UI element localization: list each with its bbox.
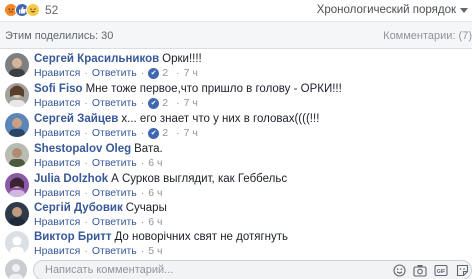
reply-link[interactable]: Ответить [92, 187, 137, 199]
chevron-down-icon [460, 7, 468, 13]
separator: · [140, 187, 145, 199]
comment-time[interactable]: 7 ч [184, 127, 198, 139]
reply-link[interactable]: Ответить [92, 245, 137, 257]
reactions-summary[interactable]: 52 [4, 2, 58, 18]
separator: · [140, 97, 145, 109]
svg-text:GIF: GIF [437, 269, 445, 275]
sticker-icon[interactable] [455, 263, 469, 277]
avatar[interactable] [5, 231, 29, 255]
like-link[interactable]: Нравится [34, 67, 80, 79]
like-link[interactable]: Нравится [34, 127, 80, 139]
comment-author[interactable]: Sofi Fiso [34, 83, 83, 95]
comment-time[interactable]: 7 ч [184, 97, 198, 109]
avatar[interactable] [5, 53, 29, 77]
separator: · [84, 127, 88, 139]
separator: · [140, 67, 145, 79]
avatar[interactable] [5, 83, 29, 107]
comment-input-placeholder: Написать комментарий... [45, 264, 174, 276]
like-icon: ✔ [148, 97, 160, 109]
comment-time[interactable]: 6 ч [148, 157, 162, 169]
separator: · [84, 187, 88, 199]
like-icon: ✔ [148, 127, 160, 139]
reply-link[interactable]: Ответить [92, 157, 137, 169]
comments-count[interactable]: Комментарии: (7) [383, 30, 472, 42]
comment-time[interactable]: 7 ч [184, 67, 198, 79]
sort-order-dropdown[interactable]: Хронологический порядок [317, 4, 468, 16]
comment-likes-count: 2 [162, 67, 169, 79]
comment-item: Сергій Дубовик Сучары Нравится · Ответить… [0, 200, 472, 230]
comment-author[interactable]: Сергей Красильников [34, 53, 159, 65]
separator: · [140, 216, 145, 228]
reply-link[interactable]: Ответить [92, 67, 137, 79]
comment-likes[interactable]: ✔ 2 [148, 97, 168, 109]
comment-text: х... его знает что у них в головах((((!!… [121, 113, 320, 125]
reactions-bar: 52 Хронологический порядок [0, 0, 472, 22]
comment-author[interactable]: Shestopalov Oleg [34, 143, 131, 155]
comment-item: Сергей Зайцев х... его знает что у них в … [0, 111, 472, 141]
separator: · [140, 157, 145, 169]
comment-likes-count: 2 [162, 127, 169, 139]
avatar[interactable] [5, 202, 29, 226]
reply-link[interactable]: Ответить [92, 127, 137, 139]
separator: · [140, 127, 145, 139]
comment-item: Sofi Fiso Мне тоже первое,что пришло в го… [0, 81, 472, 111]
shares-count[interactable]: Этим поделились: 30 [5, 30, 113, 42]
like-icon: ✔ [148, 67, 160, 79]
separator: · [84, 67, 88, 79]
avatar[interactable] [5, 143, 29, 167]
comment-text: Мне тоже первое,что пришло в голову - ОР… [85, 83, 342, 95]
like-link[interactable]: Нравится [34, 187, 80, 199]
sort-order-label: Хронологический порядок [316, 4, 456, 16]
separator: · [84, 245, 88, 257]
comment-text: Вата. [134, 143, 163, 155]
comment-time[interactable]: 6 ч [148, 187, 162, 199]
comment-text: Орки!!!! [162, 53, 202, 65]
comment-time[interactable]: 6 ч [148, 216, 162, 228]
camera-icon[interactable] [413, 263, 427, 277]
comment-time[interactable]: 5 ч [148, 245, 162, 257]
like-link[interactable]: Нравится [34, 97, 80, 109]
reply-link[interactable]: Ответить [92, 97, 137, 109]
comment-author[interactable]: Сергей Зайцев [34, 113, 118, 125]
comment-likes[interactable]: ✔ 2 [148, 127, 168, 139]
comment-text: До новорічних свят не дотягнуть [114, 231, 289, 243]
comment-input[interactable]: Написать комментарий... GIF [33, 260, 472, 279]
comment-likes-count: 2 [162, 97, 169, 109]
comment-text: А Сурков выглядит, как Геббельс [111, 173, 288, 185]
comment-composer: Написать комментарий... GIF [0, 258, 472, 279]
like-link[interactable]: Нравится [34, 245, 80, 257]
gif-icon[interactable]: GIF [434, 263, 448, 277]
separator: · [140, 245, 145, 257]
post-stats: Этим поделились: 30 Комментарии: (7) [0, 22, 472, 49]
reactions-count[interactable]: 52 [45, 3, 58, 17]
separator: · [176, 67, 180, 79]
comment-item: Сергей Красильников Орки!!!! Нравится · О… [0, 51, 472, 81]
comment-author[interactable]: Julia Dolzhok [34, 173, 108, 185]
comment-item: Shestopalov Oleg Вата. Нравится · Ответит… [0, 141, 472, 171]
separator: · [176, 127, 180, 139]
comment-author[interactable]: Сергій Дубовик [34, 202, 123, 214]
comment-likes[interactable]: ✔ 2 [148, 67, 168, 79]
avatar [5, 259, 27, 279]
haha-reaction-icon [26, 3, 40, 17]
reply-link[interactable]: Ответить [92, 216, 137, 228]
comment-item: Виктор Бритт До новорічних свят не дотягн… [0, 229, 472, 259]
comment-text: Сучары [125, 202, 167, 214]
emoji-icon[interactable] [392, 263, 406, 277]
separator: · [84, 216, 88, 228]
separator: · [84, 157, 88, 169]
separator: · [176, 97, 180, 109]
like-link[interactable]: Нравится [34, 216, 80, 228]
separator: · [84, 97, 88, 109]
like-link[interactable]: Нравится [34, 157, 80, 169]
comment-author[interactable]: Виктор Бритт [34, 231, 111, 243]
avatar[interactable] [5, 173, 29, 197]
comment-item: Julia Dolzhok А Сурков выглядит, как Гебб… [0, 171, 472, 201]
avatar[interactable] [5, 113, 29, 137]
